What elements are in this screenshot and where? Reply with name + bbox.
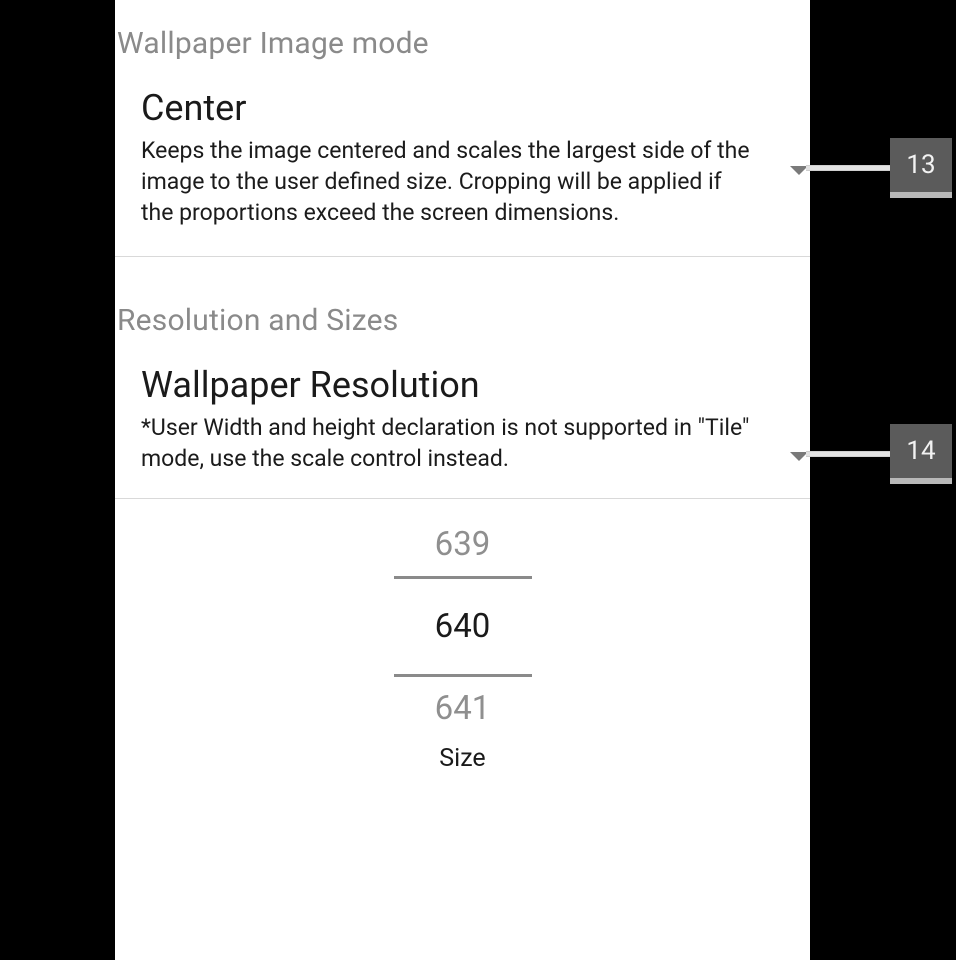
- picker-next-value: 641: [115, 677, 810, 740]
- wallpaper-resolution-description: *User Width and height declaration is no…: [141, 412, 750, 474]
- annotation-callout-14: 14: [806, 424, 952, 484]
- picker-caption: Size: [115, 744, 810, 773]
- wallpaper-resolution-title: Wallpaper Resolution: [141, 364, 750, 406]
- picker-current-value: 640: [115, 579, 810, 674]
- callout-connector: [806, 165, 890, 171]
- section-header-resolution: Resolution and Sizes: [115, 257, 810, 346]
- wallpaper-mode-title: Center: [141, 87, 750, 129]
- size-number-picker[interactable]: 639 640 641 Size: [115, 499, 810, 773]
- callout-connector: [806, 451, 890, 457]
- annotation-callout-13: 13: [806, 138, 952, 198]
- callout-badge: 13: [890, 138, 952, 198]
- callout-badge: 14: [890, 424, 952, 484]
- wallpaper-resolution-item[interactable]: Wallpaper Resolution *User Width and hei…: [115, 346, 810, 490]
- settings-panel: Wallpaper Image mode Center Keeps the im…: [115, 0, 810, 960]
- picker-prev-value: 639: [115, 513, 810, 576]
- wallpaper-mode-description: Keeps the image centered and scales the …: [141, 135, 750, 228]
- section-header-wallpaper-mode: Wallpaper Image mode: [115, 0, 810, 69]
- wallpaper-mode-item[interactable]: Center Keeps the image centered and scal…: [115, 69, 810, 248]
